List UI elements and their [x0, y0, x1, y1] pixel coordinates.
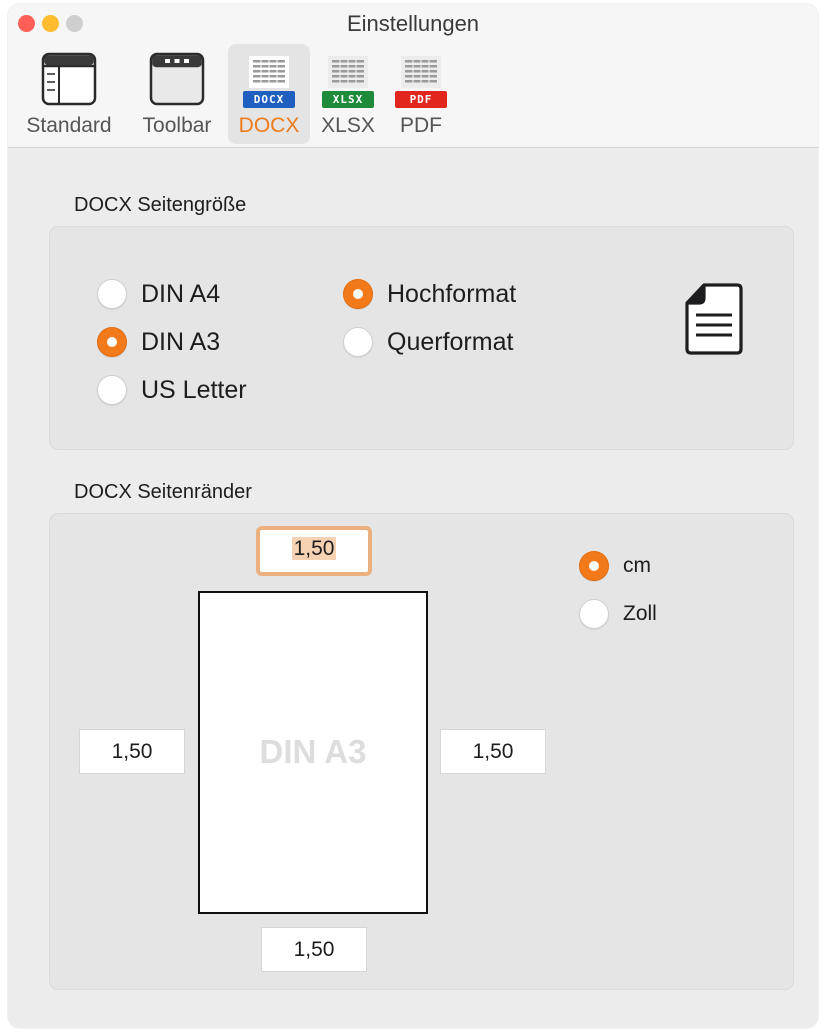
- radio-unit-zoll[interactable]: Zoll: [579, 597, 657, 631]
- tab-xlsx-label: XLSX: [321, 114, 375, 137]
- docx-badge: DOCX: [243, 91, 295, 108]
- radio-din-a4[interactable]: DIN A4: [97, 277, 220, 311]
- radio-din-a4-button[interactable]: [97, 279, 127, 309]
- docx-file-icon: [249, 56, 289, 88]
- margin-left-input[interactable]: 1,50: [79, 729, 185, 774]
- tab-toolbar-label: Toolbar: [142, 114, 212, 137]
- pdf-badge: PDF: [395, 91, 447, 108]
- tab-toolbar[interactable]: Toolbar: [132, 44, 222, 144]
- xlsx-badge: XLSX: [322, 91, 374, 108]
- margin-bottom-input[interactable]: 1,50: [261, 927, 367, 972]
- margins-section-title: DOCX Seitenränder: [74, 481, 252, 503]
- page-preview: DIN A3: [198, 591, 428, 914]
- radio-hochformat-button[interactable]: [343, 279, 373, 309]
- radio-us-letter-label: US Letter: [141, 375, 247, 404]
- radio-us-letter[interactable]: US Letter: [97, 373, 247, 407]
- title-bar: Einstellungen Standard Toolbar DOCX DOCX…: [8, 4, 818, 148]
- radio-querformat-button[interactable]: [343, 327, 373, 357]
- document-portrait-icon: [685, 283, 743, 355]
- radio-unit-cm-label: cm: [623, 554, 651, 577]
- margin-top-value: 1,50: [291, 537, 337, 560]
- tab-docx-label: DOCX: [238, 114, 300, 137]
- radio-unit-zoll-label: Zoll: [623, 602, 657, 625]
- tab-standard[interactable]: Standard: [12, 44, 126, 144]
- radio-din-a4-label: DIN A4: [141, 279, 221, 308]
- radio-din-a3-label: DIN A3: [141, 327, 221, 356]
- window-toolbar-icon: [149, 52, 205, 106]
- radio-hochformat-label: Hochformat: [387, 279, 517, 308]
- radio-hochformat[interactable]: Hochformat: [343, 277, 516, 311]
- tab-docx[interactable]: DOCX DOCX: [228, 44, 310, 144]
- tab-pdf[interactable]: PDF PDF: [388, 44, 454, 144]
- radio-unit-zoll-button[interactable]: [579, 599, 609, 629]
- window-sidebar-icon: [41, 52, 97, 106]
- page-size-section-title: DOCX Seitengröße: [74, 194, 247, 216]
- radio-us-letter-button[interactable]: [97, 375, 127, 405]
- tab-standard-label: Standard: [26, 114, 112, 137]
- margin-top-input[interactable]: 1,50: [256, 526, 372, 576]
- tab-xlsx[interactable]: XLSX XLSX: [313, 44, 383, 144]
- radio-din-a3[interactable]: DIN A3: [97, 325, 220, 359]
- window-title: Einstellungen: [346, 11, 480, 36]
- radio-din-a3-button[interactable]: [97, 327, 127, 357]
- page-preview-label: DIN A3: [259, 733, 367, 770]
- radio-querformat[interactable]: Querformat: [343, 325, 513, 359]
- preferences-window: Einstellungen Standard Toolbar DOCX DOCX…: [8, 4, 818, 1028]
- radio-unit-cm-button[interactable]: [579, 551, 609, 581]
- radio-querformat-label: Querformat: [387, 327, 514, 356]
- margin-right-input[interactable]: 1,50: [440, 729, 546, 774]
- xlsx-file-icon: [328, 56, 368, 88]
- radio-unit-cm[interactable]: cm: [579, 549, 651, 583]
- tab-pdf-label: PDF: [400, 114, 442, 137]
- pdf-file-icon: [401, 56, 441, 88]
